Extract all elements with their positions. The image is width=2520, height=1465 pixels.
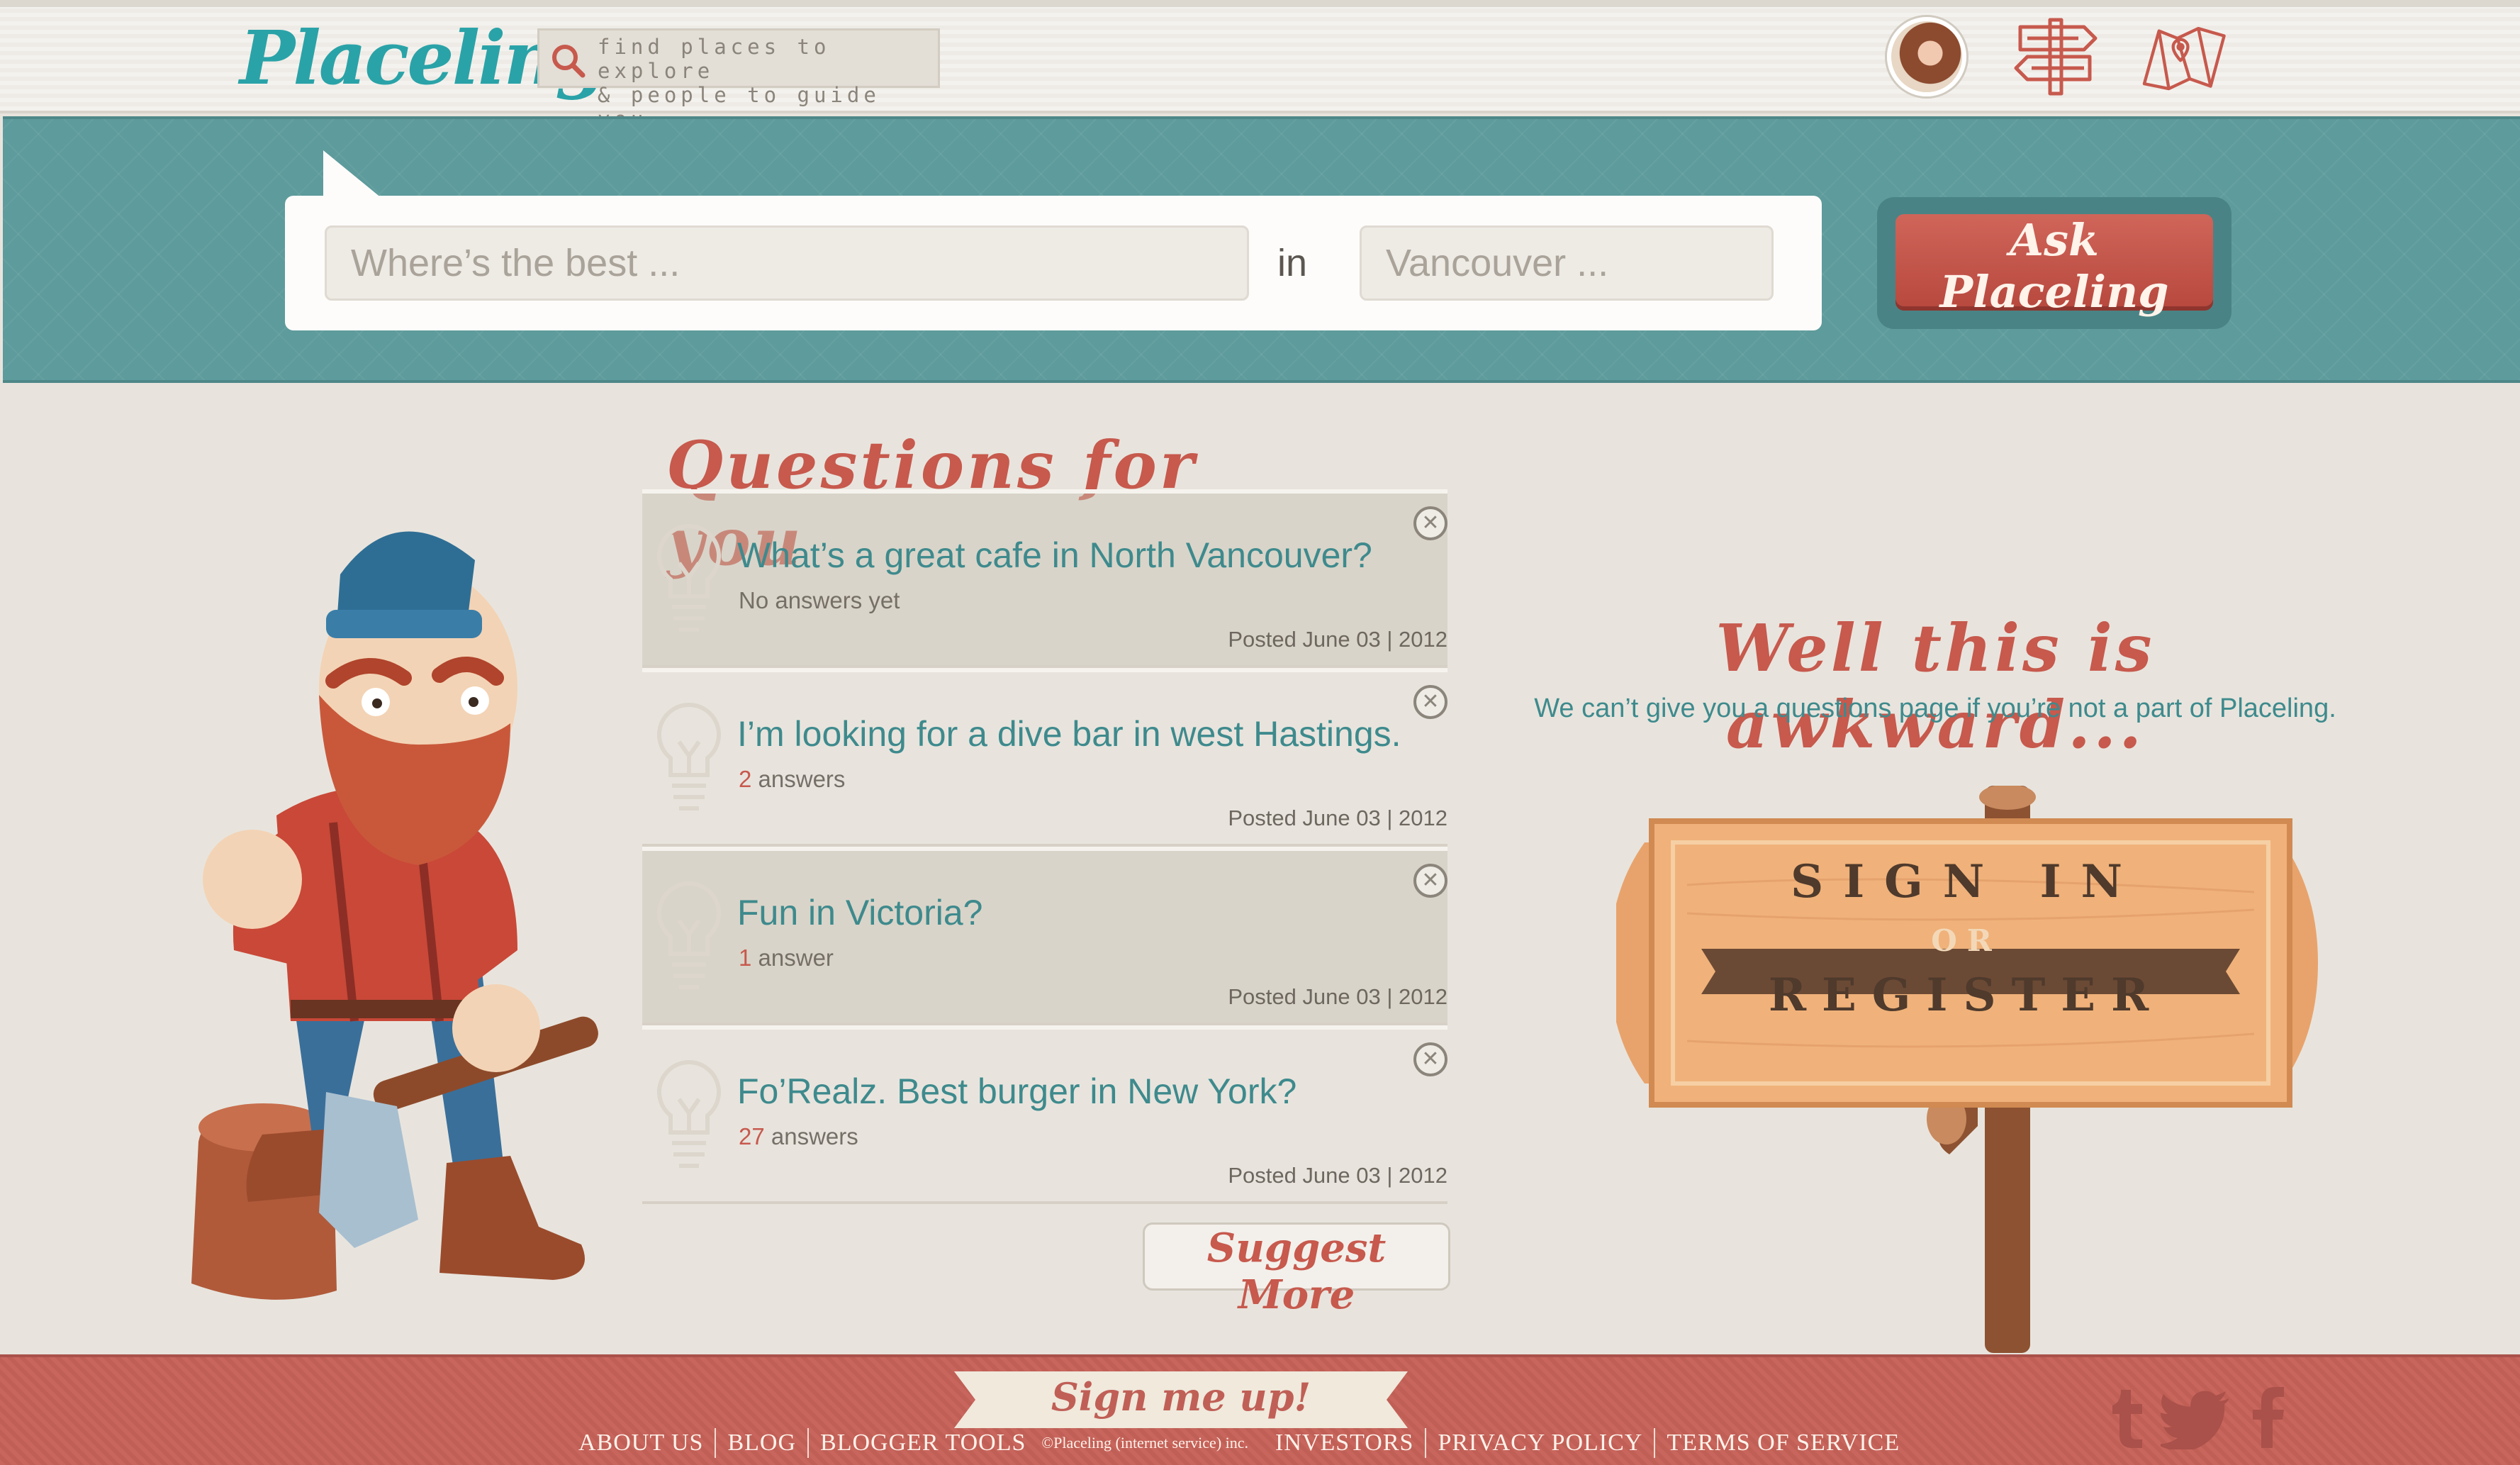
answer-count: No answers yet (739, 587, 900, 614)
facebook-icon[interactable] (2244, 1386, 2287, 1449)
question-text[interactable]: Fun in Victoria? (737, 892, 982, 933)
close-icon[interactable]: ✕ (1413, 685, 1447, 719)
top-stripe (0, 0, 2520, 7)
copyright: ©Placeling (internet service) inc. (1041, 1434, 1249, 1452)
ask-button-frame: Ask Placeling (1877, 197, 2231, 329)
footer: Sign me up! ABOUT US BLOG BLOGGER TOOLS … (0, 1354, 2520, 1465)
what-input[interactable] (325, 225, 1249, 301)
answer-count: 1 answer (739, 945, 834, 971)
search-icon (552, 45, 586, 78)
awkward-subtitle: We can’t give you a questions page if yo… (1534, 693, 2336, 723)
answer-number: 2 (739, 766, 752, 792)
privacy-policy-link[interactable]: PRIVACY POLICY (1426, 1430, 1654, 1456)
posted-date: Posted June 03 | 2012 (1228, 806, 1447, 830)
close-icon[interactable]: ✕ (1413, 864, 1447, 898)
lightbulb-icon (657, 881, 721, 989)
blog-link[interactable]: BLOG (716, 1430, 807, 1456)
top-bar: Placeling find places to explore & peopl… (0, 0, 2520, 131)
tumblr-icon[interactable] (2105, 1386, 2148, 1449)
signpost-icon[interactable] (2010, 17, 2102, 96)
in-label: in (1277, 242, 1308, 284)
lumberjack-illustration (191, 531, 598, 1300)
search-bubble: in (285, 196, 1822, 330)
questions-list: ✕ What’s a great cafe in North Vancouver… (642, 489, 1447, 1204)
or-label: OR (1931, 923, 2002, 958)
footer-links: ABOUT US BLOG BLOGGER TOOLS ©Placeling (… (567, 1425, 1911, 1461)
answer-number: 27 (739, 1123, 765, 1149)
ask-placeling-button[interactable]: Ask Placeling (1895, 214, 2213, 318)
user-avatar[interactable] (1887, 17, 1966, 96)
answer-label: answers (764, 1123, 858, 1149)
answer-label: No answers yet (739, 587, 900, 613)
answer-label: answer (751, 945, 834, 971)
tagline-line1: find places to explore (598, 35, 831, 83)
terms-of-service-link[interactable]: TERMS OF SERVICE (1655, 1430, 1911, 1456)
question-item: ✕ What’s a great cafe in North Vancouver… (642, 489, 1447, 668)
sign-in-label: SIGN IN (1790, 855, 2143, 908)
twitter-icon[interactable] (2161, 1386, 2231, 1449)
search-band: in Ask Placeling (3, 116, 2520, 383)
about-us-link[interactable]: ABOUT US (567, 1430, 715, 1456)
suggest-more-button[interactable]: Suggest More (1143, 1222, 1450, 1318)
sign-in-register-button[interactable]: SIGN IN OR REGISTER (1619, 817, 2314, 1072)
posted-date: Posted June 03 | 2012 (1228, 627, 1447, 652)
answer-count: 2 answers (739, 766, 845, 793)
posted-date: Posted June 03 | 2012 (1228, 1163, 1447, 1188)
sign-up-link[interactable]: Sign me up! (954, 1374, 1408, 1420)
tagline-search-box[interactable]: find places to explore & people to guide… (537, 28, 940, 131)
register-label: REGISTER (1768, 969, 2165, 1022)
investors-link[interactable]: INVESTORS (1264, 1430, 1425, 1456)
awkward-title: Well this is awkward... (1715, 610, 2155, 763)
question-text[interactable]: What’s a great cafe in North Vancouver? (737, 535, 1372, 576)
lightbulb-icon (657, 1059, 721, 1168)
answer-count: 27 answers (739, 1123, 858, 1150)
question-text[interactable]: I’m looking for a dive bar in west Hasti… (737, 713, 1401, 754)
blogger-tools-link[interactable]: BLOGGER TOOLS (809, 1430, 1037, 1456)
speech-bubble-tail (323, 150, 386, 201)
close-icon[interactable]: ✕ (1413, 506, 1447, 540)
question-item: ✕ I’m looking for a dive bar in west Has… (642, 668, 1447, 847)
posted-date: Posted June 03 | 2012 (1228, 984, 1447, 1009)
location-input[interactable] (1360, 225, 1774, 301)
answer-number: 1 (739, 945, 752, 971)
question-item: ✕ Fo’Realz. Best burger in New York? 27 … (642, 1025, 1447, 1204)
lightbulb-icon (657, 523, 721, 632)
question-text[interactable]: Fo’Realz. Best burger in New York? (737, 1071, 1297, 1112)
question-item: ✕ Fun in Victoria? 1 answer Posted June … (642, 847, 1447, 1025)
lightbulb-icon (657, 702, 721, 811)
answer-label: answers (751, 766, 846, 792)
close-icon[interactable]: ✕ (1413, 1042, 1447, 1076)
map-icon[interactable] (2139, 17, 2231, 96)
